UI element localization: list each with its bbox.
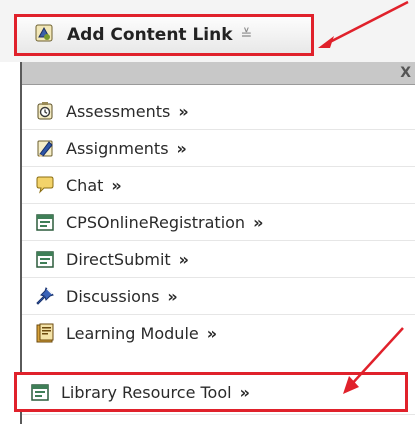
annotation-arrow-top (325, 0, 409, 46)
annotation-arrowhead-top (318, 36, 334, 48)
screenshot-stage: Add Content Link ≚ X Assessments » Assig… (0, 0, 415, 424)
annotation-arrows (318, 0, 409, 394)
annotation-arrow-bottom (349, 327, 404, 387)
